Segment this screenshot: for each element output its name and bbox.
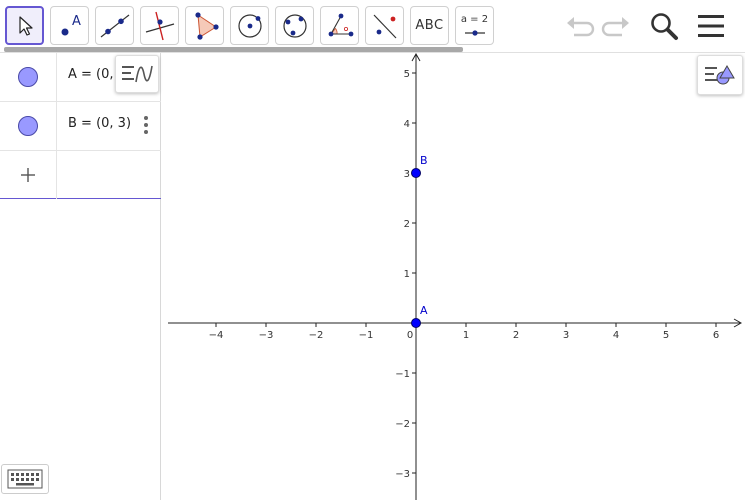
main-menu-button[interactable]: [693, 8, 729, 44]
angle-icon: [328, 13, 353, 36]
algebra-item-label[interactable]: B = (0, 3): [68, 116, 131, 131]
point-a[interactable]: [411, 318, 421, 328]
x-tick-label: 1: [463, 330, 469, 341]
algebra-view: A = (0, B = (0, 3): [0, 53, 161, 500]
add-item-cell[interactable]: [0, 151, 57, 199]
point-label-b: B: [420, 154, 428, 167]
x-tick-label: 4: [613, 330, 619, 341]
algebra-input-row[interactable]: [0, 151, 161, 199]
point-marker-icon: [18, 67, 38, 87]
perpendicular-tool-button[interactable]: [140, 6, 179, 45]
algebra-style-bar-toggle[interactable]: [115, 55, 159, 93]
search-icon: [651, 13, 678, 40]
x-tick-label: 6: [713, 330, 719, 341]
x-tick-label: −3: [259, 330, 274, 341]
circle-center-point-icon: [237, 13, 262, 38]
y-tick-label: −1: [395, 369, 410, 380]
slider-tool-button[interactable]: a = 2: [455, 6, 494, 45]
x-tick-label: −2: [309, 330, 324, 341]
x-tick-label: 2: [513, 330, 519, 341]
text-icon: ABC: [415, 18, 444, 33]
keyboard-icon: [7, 469, 43, 489]
circle-three-points-tool-button[interactable]: [275, 6, 314, 45]
keyboard-button[interactable]: [1, 464, 49, 494]
visibility-toggle-b[interactable]: [0, 102, 57, 150]
reflect-tool-button[interactable]: [365, 6, 404, 45]
circle-three-points-icon: [282, 13, 307, 38]
polygon-icon: [194, 11, 219, 40]
graphics-style-bar-toggle[interactable]: [697, 55, 743, 95]
more-options-icon[interactable]: [142, 114, 150, 136]
y-tick-label: −3: [395, 469, 410, 480]
graphics-style-bar-icon: [705, 65, 735, 85]
y-tick-label: 3: [404, 169, 410, 180]
y-tick-label: 2: [404, 219, 410, 230]
point-icon: A: [61, 14, 81, 35]
slider-tool-label: a = 2: [460, 14, 489, 25]
angle-tool-button[interactable]: [320, 6, 359, 45]
cursor-arrow-icon: [18, 15, 33, 36]
toolbar-scroll-indicator[interactable]: [4, 47, 463, 52]
visibility-toggle-a[interactable]: [0, 53, 57, 101]
point-label-a: A: [420, 304, 428, 317]
y-tick-label: 1: [404, 269, 410, 280]
search-button[interactable]: [646, 8, 682, 44]
y-tick-label: 4: [404, 119, 410, 130]
x-tick-label: 3: [563, 330, 569, 341]
x-tick-label: 0: [407, 330, 413, 341]
point-b[interactable]: [411, 168, 421, 178]
reflect-line-icon: [373, 14, 396, 38]
text-tool-button[interactable]: ABC: [410, 6, 449, 45]
x-tick-label: 5: [663, 330, 669, 341]
undo-button[interactable]: [562, 8, 598, 44]
algebra-item-b[interactable]: B = (0, 3): [0, 102, 161, 151]
coordinate-plane[interactable]: −4 −3 −2 −1 0 1 2 3 4 5 6 1 2 3 4 5 −1 −2 −3 A B: [162, 52, 745, 500]
line-tool-button[interactable]: [95, 6, 134, 45]
perpendicular-line-icon: [145, 11, 174, 40]
x-tick-label: −4: [209, 330, 224, 341]
graphics-view[interactable]: −4 −3 −2 −1 0 1 2 3 4 5 6 1 2 3 4 5 −1 −2 −3 A B: [162, 52, 745, 500]
y-tick-label: −2: [395, 419, 410, 430]
undo-icon: [567, 17, 595, 37]
toolbar: A ABC a = 2: [0, 0, 745, 53]
polygon-tool-button[interactable]: [185, 6, 224, 45]
plus-icon: [21, 168, 35, 182]
x-tick-label: −1: [359, 330, 374, 341]
point-tool-button[interactable]: A: [50, 6, 89, 45]
algebra-style-bar-icon: [122, 65, 153, 83]
y-tick-label: 5: [404, 69, 410, 80]
menu-icon: [698, 15, 724, 37]
circle-center-tool-button[interactable]: [230, 6, 269, 45]
point-marker-icon: [18, 116, 38, 136]
redo-button[interactable]: [598, 8, 634, 44]
line-through-points-icon: [100, 14, 129, 37]
move-tool-button[interactable]: [5, 6, 44, 45]
algebra-item-label[interactable]: A = (0,: [68, 67, 114, 82]
redo-icon: [601, 17, 629, 37]
point-tool-label: A: [72, 14, 81, 29]
